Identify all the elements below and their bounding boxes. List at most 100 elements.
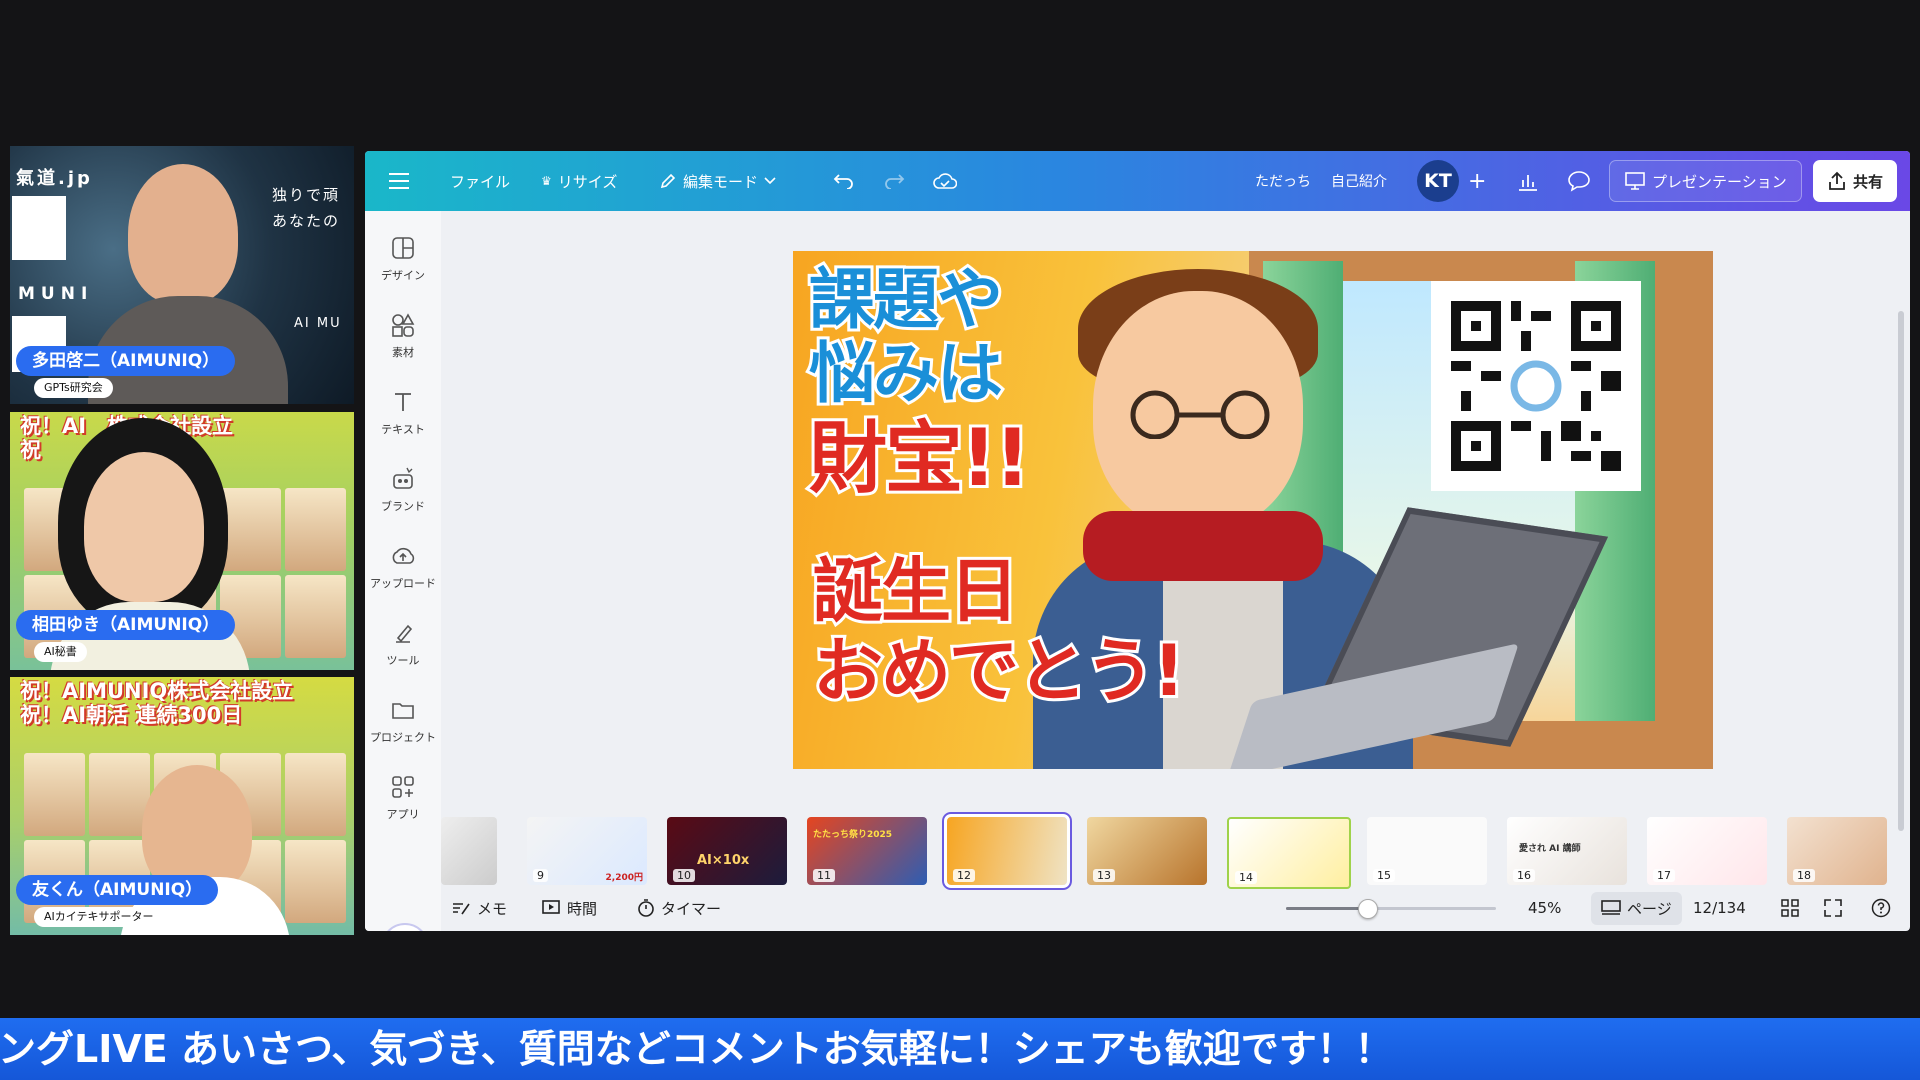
design-icon bbox=[392, 237, 414, 259]
sidebar-item-design[interactable]: デザイン bbox=[365, 235, 441, 283]
page-number: 14 bbox=[1235, 871, 1257, 884]
edit-mode-dropdown[interactable]: 編集モード bbox=[659, 171, 776, 192]
page-thumbnail-16[interactable]: 愛され AI 講師 16 bbox=[1507, 817, 1627, 885]
page-thumbnail-10[interactable]: AI×10x 10 bbox=[667, 817, 787, 885]
sidebar-item-brand[interactable]: ブランド bbox=[365, 466, 441, 514]
main-menu-button[interactable] bbox=[389, 173, 409, 189]
sidebar-item-projects[interactable]: プロジェクト bbox=[365, 697, 441, 745]
sidebar-item-tools[interactable]: ツール bbox=[365, 620, 441, 668]
pages-view-button[interactable]: ページ bbox=[1591, 891, 1682, 925]
page-counter[interactable]: 12/134 bbox=[1693, 899, 1746, 917]
undo-icon bbox=[833, 174, 853, 189]
page-thumbnail-15[interactable]: 15 bbox=[1367, 817, 1487, 885]
present-button[interactable]: プレゼンテーション bbox=[1609, 160, 1802, 202]
zoom-level[interactable]: 45% bbox=[1528, 899, 1561, 917]
participant-bg-text-right: 独りで頑 あなたの bbox=[272, 186, 341, 230]
participant-bg-text-ai: AI MU bbox=[294, 316, 342, 331]
slide-subtitle-text-1: 誕生日 bbox=[810, 548, 1022, 634]
timer-button[interactable]: タイマー bbox=[637, 898, 721, 919]
canvas-area[interactable]: 課題や 悩みは 財宝!! 誕生日 おめでとう! bbox=[441, 211, 1910, 831]
sidebar-item-elements[interactable]: 素材 bbox=[365, 312, 441, 360]
zoom-slider[interactable] bbox=[1286, 898, 1496, 919]
participant-bg-text-left: 氣道.jp bbox=[16, 168, 93, 189]
comments-button[interactable] bbox=[1567, 170, 1591, 192]
current-slide[interactable]: 課題や 悩みは 財宝!! 誕生日 おめでとう! bbox=[793, 251, 1713, 769]
page-thumbnail-17[interactable]: 17 bbox=[1647, 817, 1767, 885]
participant-bg-text-muni: MUNI bbox=[18, 284, 94, 304]
document-title[interactable]: 自己紹介 bbox=[1331, 171, 1387, 191]
sidebar-item-label: ツール bbox=[386, 654, 420, 667]
sidebar-item-label: テキスト bbox=[381, 423, 425, 436]
cloud-check-icon bbox=[933, 173, 957, 189]
page-thumbnail-12[interactable]: 12 bbox=[944, 814, 1070, 888]
insights-button[interactable] bbox=[1517, 171, 1539, 191]
participant-video-1: 氣道.jp MUNI 独りで頑 あなたの AI MU 多田啓二（AIMUNIQ）… bbox=[10, 146, 354, 404]
redo-button[interactable] bbox=[883, 173, 905, 189]
zoom-slider-handle[interactable] bbox=[1358, 898, 1378, 919]
resize-button[interactable]: ♛ リサイズ bbox=[541, 171, 617, 192]
page-thumbnail-13[interactable]: 13 bbox=[1087, 817, 1207, 885]
expand-icon bbox=[1824, 899, 1842, 917]
editor-footer: メモ 時間 タイマー 45% ページ 12/134 bbox=[441, 885, 1910, 931]
participant-name-tag: 友くん（AIMUNIQ） bbox=[16, 875, 219, 905]
redo-icon bbox=[885, 174, 905, 189]
thumb-price: 2,200円 bbox=[605, 873, 643, 883]
help-button[interactable] bbox=[1871, 898, 1891, 918]
page-thumbnail-14[interactable]: 14 bbox=[1227, 817, 1351, 889]
edit-mode-label: 編集モード bbox=[683, 172, 759, 191]
notes-label: メモ bbox=[477, 899, 508, 918]
fullscreen-button[interactable] bbox=[1824, 899, 1842, 917]
apps-icon bbox=[392, 776, 414, 798]
participant-person-1 bbox=[128, 164, 238, 304]
duration-label: 時間 bbox=[567, 899, 598, 918]
slide-subtitle-text-2: おめでとう! bbox=[810, 628, 1188, 714]
avatar: KT bbox=[1417, 160, 1459, 202]
page-number: 9 bbox=[533, 869, 548, 882]
sidebar-item-label: プロジェクト bbox=[370, 731, 436, 744]
page-thumbnail-18[interactable]: 18 bbox=[1787, 817, 1887, 885]
resize-label: リサイズ bbox=[557, 172, 618, 191]
magic-assistant-button[interactable] bbox=[381, 923, 429, 931]
share-button[interactable]: 共有 bbox=[1813, 160, 1898, 202]
zoom-slider-fill bbox=[1286, 906, 1367, 910]
slide-subtitle[interactable]: 誕生日 おめでとう! bbox=[810, 548, 1188, 714]
chevron-down-icon bbox=[764, 177, 776, 185]
slide-qr-code bbox=[1431, 281, 1641, 491]
notes-button[interactable]: メモ bbox=[451, 898, 507, 919]
help-icon bbox=[1871, 898, 1891, 918]
glasses-icon bbox=[1130, 390, 1270, 439]
sidebar-item-uploads[interactable]: アップロード bbox=[365, 543, 441, 591]
participant-role-tag: GPTs研究会 bbox=[34, 378, 113, 398]
duration-button[interactable]: 時間 bbox=[541, 898, 597, 919]
slide-title-line-1[interactable]: 課題や 悩みは bbox=[806, 260, 1006, 414]
editor-toolbar: ファイル ♛ リサイズ 編集モード ただっち 自己紹介 KT + プレゼンテーシ… bbox=[365, 151, 1910, 211]
user-name: ただっち bbox=[1255, 171, 1311, 191]
user-name-label: ただっち bbox=[1255, 174, 1311, 190]
sidebar-item-label: アプリ bbox=[386, 808, 420, 821]
add-collaborator-button[interactable]: + bbox=[1468, 169, 1486, 194]
sidebar-item-apps[interactable]: アプリ bbox=[365, 774, 441, 822]
share-label: 共有 bbox=[1853, 172, 1884, 191]
crown-icon: ♛ bbox=[541, 174, 552, 188]
sidebar-item-label: アップロード bbox=[370, 577, 436, 590]
user-avatar[interactable]: KT bbox=[1417, 160, 1459, 202]
page-thumbnail-partial[interactable] bbox=[441, 817, 497, 885]
sidebar-item-label: デザイン bbox=[381, 269, 425, 282]
file-menu-button[interactable]: ファイル bbox=[450, 171, 510, 192]
grid-icon bbox=[1781, 899, 1799, 917]
undo-button[interactable] bbox=[833, 173, 855, 189]
slide-title-line-3[interactable]: 財宝!! bbox=[806, 416, 1033, 502]
sidebar-item-text[interactable]: テキスト bbox=[365, 389, 441, 437]
presentation-icon bbox=[1625, 172, 1645, 190]
page-thumbnail-9[interactable]: 2,200円 9 bbox=[527, 817, 647, 885]
grid-view-button[interactable] bbox=[1781, 899, 1799, 917]
cloud-save-button[interactable] bbox=[933, 172, 957, 190]
slide-title-text-1: 課題や bbox=[806, 260, 1006, 340]
page-filmstrip: 2,200円 9 AI×10x 10 たたっち祭り2025 11 12 13 1… bbox=[441, 801, 1910, 889]
canvas-scrollbar[interactable] bbox=[1898, 311, 1904, 831]
present-label: プレゼンテーション bbox=[1652, 172, 1787, 191]
participant-bg-qr bbox=[12, 196, 66, 260]
qr-code-icon bbox=[1451, 301, 1621, 471]
page-thumbnail-11[interactable]: たたっち祭り2025 11 bbox=[807, 817, 927, 885]
participant-name-tag: 多田啓二（AIMUNIQ） bbox=[16, 346, 236, 376]
